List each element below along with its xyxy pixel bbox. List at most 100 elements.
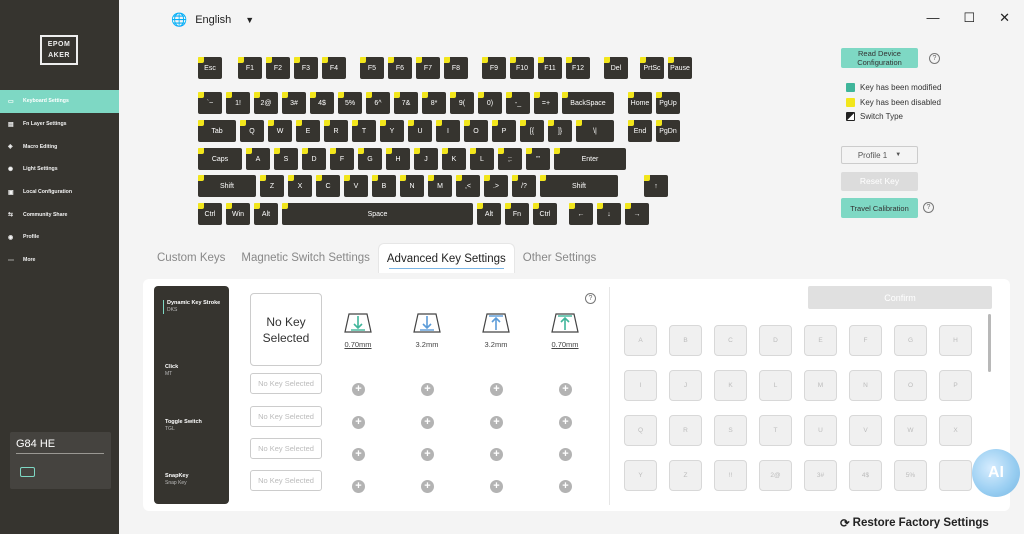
key[interactable]: PgDn	[656, 120, 680, 142]
key[interactable]: PrtSc	[640, 57, 664, 79]
key[interactable]: N	[400, 175, 424, 197]
scrollbar[interactable]	[988, 314, 991, 372]
key[interactable]: G	[358, 148, 382, 170]
grid-key[interactable]: Q	[624, 415, 657, 446]
key[interactable]: F11	[538, 57, 562, 79]
key-slot[interactable]: No Key Selected	[250, 470, 322, 491]
grid-key[interactable]: 5%	[894, 460, 927, 491]
add-action-icon[interactable]: +	[559, 448, 572, 461]
tab[interactable]: Other Settings	[515, 243, 605, 273]
key[interactable]: Win	[226, 203, 250, 225]
key[interactable]: F8	[444, 57, 468, 79]
close-icon[interactable]: ✕	[999, 10, 1010, 26]
key[interactable]: H	[386, 148, 410, 170]
restore-factory-button[interactable]: ⟳ Restore Factory Settings	[840, 516, 989, 530]
key[interactable]: 8*	[422, 92, 446, 114]
key[interactable]: Enter	[554, 148, 626, 170]
grid-key[interactable]: N	[849, 370, 882, 401]
key[interactable]: =+	[534, 92, 558, 114]
dks-column[interactable]: 3.2mm	[407, 311, 447, 349]
add-action-icon[interactable]: +	[559, 383, 572, 396]
help-icon[interactable]: ?	[585, 293, 596, 304]
key[interactable]: O	[464, 120, 488, 142]
grid-key[interactable]: M	[804, 370, 837, 401]
grid-key[interactable]: 3#	[804, 460, 837, 491]
grid-key[interactable]: J	[669, 370, 702, 401]
grid-key[interactable]: K	[714, 370, 747, 401]
key[interactable]: →	[625, 203, 649, 225]
language-selector[interactable]: 🌐 English ▼	[171, 12, 254, 28]
grid-key[interactable]: 2@	[759, 460, 792, 491]
key[interactable]: F2	[266, 57, 290, 79]
add-action-icon[interactable]: +	[559, 480, 572, 493]
sidebar-item[interactable]: ◉ Profile	[0, 226, 119, 249]
key[interactable]: Home	[628, 92, 652, 114]
grid-key[interactable]: I	[624, 370, 657, 401]
grid-key[interactable]: H	[939, 325, 972, 356]
key[interactable]: Shift	[198, 175, 256, 197]
key[interactable]: J	[414, 148, 438, 170]
grid-key[interactable]: C	[714, 325, 747, 356]
dks-column[interactable]: 3.2mm	[476, 311, 516, 349]
key[interactable]: Ctrl	[198, 203, 222, 225]
key[interactable]: ←	[569, 203, 593, 225]
grid-key[interactable]: !!	[714, 460, 747, 491]
tab[interactable]: Magnetic Switch Settings	[233, 243, 377, 273]
confirm-button[interactable]: Confirm	[808, 286, 992, 309]
sidebar-item[interactable]: ⇆ Community Share	[0, 203, 119, 226]
key[interactable]: Y	[380, 120, 404, 142]
key[interactable]: ;:	[498, 148, 522, 170]
key-slot[interactable]: No Key Selected	[250, 438, 322, 459]
grid-key[interactable]: T	[759, 415, 792, 446]
grid-key[interactable]: R	[669, 415, 702, 446]
grid-key[interactable]: S	[714, 415, 747, 446]
key[interactable]: 6^	[366, 92, 390, 114]
key[interactable]: D	[302, 148, 326, 170]
sidebar-item[interactable]: ⋯ More	[0, 249, 119, 272]
key[interactable]: Z	[260, 175, 284, 197]
key[interactable]: Ctrl	[533, 203, 557, 225]
sidebar-item[interactable]: ◈ Macro Editing	[0, 135, 119, 158]
grid-key[interactable]: E	[804, 325, 837, 356]
key[interactable]: I	[436, 120, 460, 142]
key[interactable]: F3	[294, 57, 318, 79]
grid-key[interactable]: D	[759, 325, 792, 356]
key[interactable]: R	[324, 120, 348, 142]
key[interactable]: X	[288, 175, 312, 197]
add-action-icon[interactable]: +	[559, 416, 572, 429]
sidebar-item[interactable]: ✺ Light Settings	[0, 158, 119, 181]
key[interactable]: F1	[238, 57, 262, 79]
key[interactable]: \|	[576, 120, 614, 142]
key[interactable]: 5%	[338, 92, 362, 114]
device-card[interactable]: G84 HE	[10, 432, 111, 489]
reset-key-button[interactable]: Reset Key	[841, 172, 918, 191]
add-action-icon[interactable]: +	[490, 480, 503, 493]
maximize-icon[interactable]: ☐	[963, 10, 975, 26]
key[interactable]: Tab	[198, 120, 236, 142]
help-icon[interactable]: ?	[929, 53, 940, 64]
key[interactable]: BackSpace	[562, 92, 614, 114]
key[interactable]: Esc	[198, 57, 222, 79]
grid-key[interactable]: L	[759, 370, 792, 401]
read-device-config-button[interactable]: Read Device Configuration	[841, 48, 918, 68]
grid-key[interactable]: G	[894, 325, 927, 356]
key[interactable]: Shift	[540, 175, 618, 197]
add-action-icon[interactable]: +	[352, 416, 365, 429]
key[interactable]: End	[628, 120, 652, 142]
add-action-icon[interactable]: +	[352, 448, 365, 461]
grid-key[interactable]: 4$	[849, 460, 882, 491]
dks-column[interactable]: 0.70mm	[545, 311, 585, 349]
key[interactable]: ↓	[597, 203, 621, 225]
add-action-icon[interactable]: +	[421, 383, 434, 396]
key[interactable]: Caps	[198, 148, 242, 170]
key[interactable]: F9	[482, 57, 506, 79]
key[interactable]: '"	[526, 148, 550, 170]
key[interactable]: B	[372, 175, 396, 197]
key[interactable]: F4	[322, 57, 346, 79]
key[interactable]: F6	[388, 57, 412, 79]
key[interactable]: 9(	[450, 92, 474, 114]
grid-key[interactable]: V	[849, 415, 882, 446]
key[interactable]: Del	[604, 57, 628, 79]
key[interactable]: M	[428, 175, 452, 197]
key[interactable]: C	[316, 175, 340, 197]
